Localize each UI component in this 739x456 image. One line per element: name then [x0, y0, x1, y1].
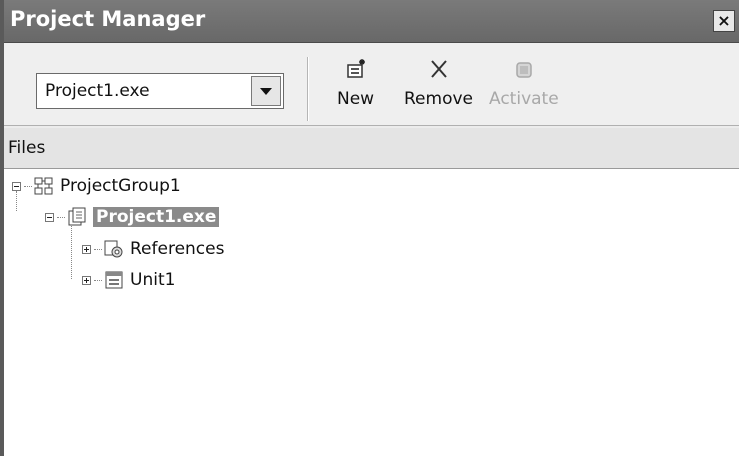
tree-node-projectgroup1[interactable]: ProjectGroup1	[12, 173, 181, 199]
files-header[interactable]: Files	[4, 128, 739, 169]
toolbar-separator	[307, 57, 309, 121]
expand-toggle[interactable]	[82, 275, 91, 285]
tree-connector	[94, 279, 102, 281]
project-select-value: Project1.exe	[45, 81, 150, 101]
tree-node-label: Unit1	[130, 270, 176, 290]
new-button-label: New	[337, 89, 375, 109]
project-select[interactable]: Project1.exe	[36, 73, 284, 109]
files-tab-label: Files	[8, 138, 46, 158]
tree-connector	[57, 216, 65, 218]
remove-button[interactable]: Remove	[404, 55, 473, 119]
tree-connector	[24, 185, 32, 187]
activate-button: Activate	[489, 55, 559, 119]
title-bar[interactable]: Project Manager ×	[4, 0, 739, 43]
remove-button-label: Remove	[404, 89, 473, 109]
project-tree[interactable]: ProjectGroup1 Project1.exe References Un…	[4, 169, 739, 456]
remove-icon	[425, 55, 453, 83]
tree-node-label: ProjectGroup1	[60, 176, 181, 196]
close-button[interactable]: ×	[713, 10, 735, 32]
chevron-down-icon	[260, 88, 272, 95]
new-button[interactable]: New	[337, 55, 374, 119]
tree-node-references[interactable]: References	[82, 236, 224, 262]
tree-node-unit1[interactable]: Unit1	[82, 267, 175, 293]
references-icon	[104, 239, 124, 259]
window-title: Project Manager	[10, 7, 206, 31]
project-group-icon	[34, 176, 54, 196]
unit-form-icon	[104, 270, 124, 290]
close-icon: ×	[717, 11, 731, 30]
tree-node-label: References	[130, 239, 225, 259]
project-select-dropdown-button[interactable]	[251, 76, 281, 106]
collapse-toggle[interactable]	[12, 181, 21, 191]
tree-node-project1[interactable]: Project1.exe	[45, 204, 220, 230]
activate-icon	[510, 55, 538, 83]
collapse-toggle[interactable]	[45, 212, 54, 222]
expand-toggle[interactable]	[82, 244, 91, 254]
activate-button-label: Activate	[489, 89, 559, 109]
new-project-icon	[342, 55, 370, 83]
project-icon	[67, 207, 87, 227]
tree-node-label: Project1.exe	[93, 207, 220, 227]
project-manager-window: Project Manager × Project1.exe New Remov…	[0, 0, 739, 456]
toolbar: Project1.exe New Remove Activate	[4, 43, 739, 126]
tree-connector	[94, 248, 102, 250]
